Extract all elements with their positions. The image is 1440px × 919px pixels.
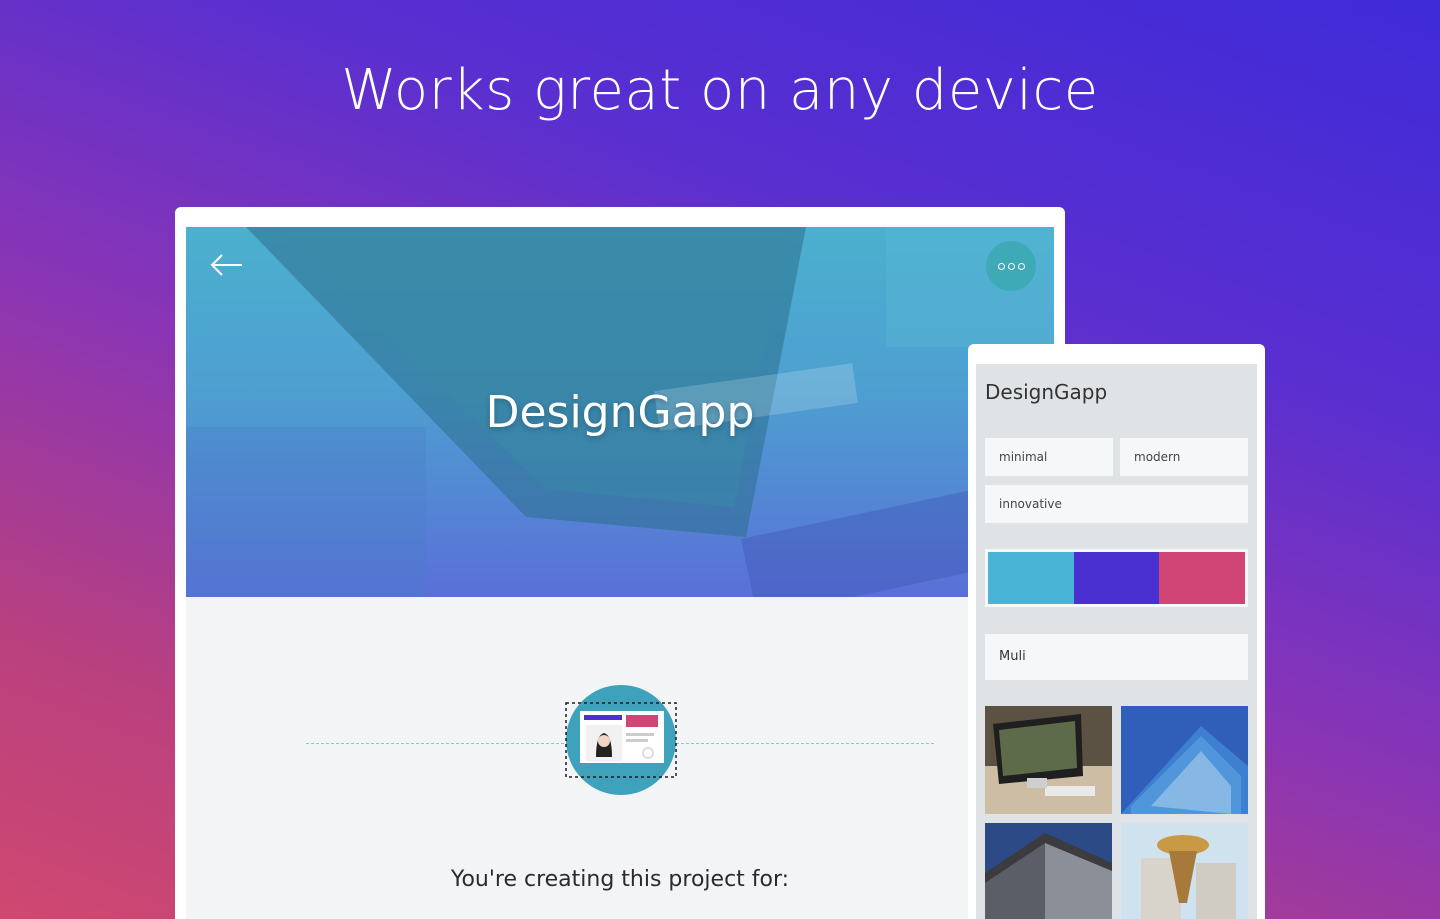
more-button[interactable] bbox=[986, 241, 1036, 291]
tag-minimal[interactable]: minimal bbox=[985, 438, 1113, 476]
more-dot bbox=[1017, 262, 1025, 270]
arrow-left-icon bbox=[210, 254, 242, 276]
tablet-screen: DesignGapp You're creating this project … bbox=[186, 227, 1054, 919]
profile-card-icon bbox=[565, 685, 677, 795]
more-dots-icon bbox=[997, 262, 1005, 270]
glass-building-image[interactable] bbox=[1121, 706, 1248, 814]
tablet-frame: DesignGapp You're creating this project … bbox=[175, 207, 1065, 919]
creating-for-value bbox=[296, 915, 946, 919]
tag-modern[interactable]: modern bbox=[1120, 438, 1248, 476]
phone-screen: DesignGapp minimal modern innovative Mul… bbox=[976, 364, 1257, 919]
palette-swatch-indigo[interactable] bbox=[1073, 552, 1160, 604]
creating-for-text: You're creating this project for: bbox=[450, 867, 790, 892]
color-palette[interactable] bbox=[985, 549, 1248, 607]
phone-title: DesignGapp bbox=[985, 380, 1108, 404]
hero-banner: DesignGapp bbox=[186, 227, 1054, 597]
back-button[interactable] bbox=[208, 251, 244, 279]
tower-image[interactable] bbox=[1121, 823, 1248, 919]
modern-building-image[interactable] bbox=[985, 823, 1112, 919]
hero-title: DesignGapp bbox=[485, 387, 755, 438]
desk-monitor-image[interactable] bbox=[985, 706, 1112, 814]
phone-frame: DesignGapp minimal modern innovative Mul… bbox=[968, 344, 1265, 919]
more-dot bbox=[1007, 262, 1015, 270]
headline: Works great on any device bbox=[341, 58, 1099, 123]
tag-innovative[interactable]: innovative bbox=[985, 485, 1248, 523]
palette-swatch-blue[interactable] bbox=[988, 552, 1074, 604]
palette-swatch-pink[interactable] bbox=[1159, 552, 1246, 604]
font-field[interactable]: Muli bbox=[985, 634, 1248, 680]
